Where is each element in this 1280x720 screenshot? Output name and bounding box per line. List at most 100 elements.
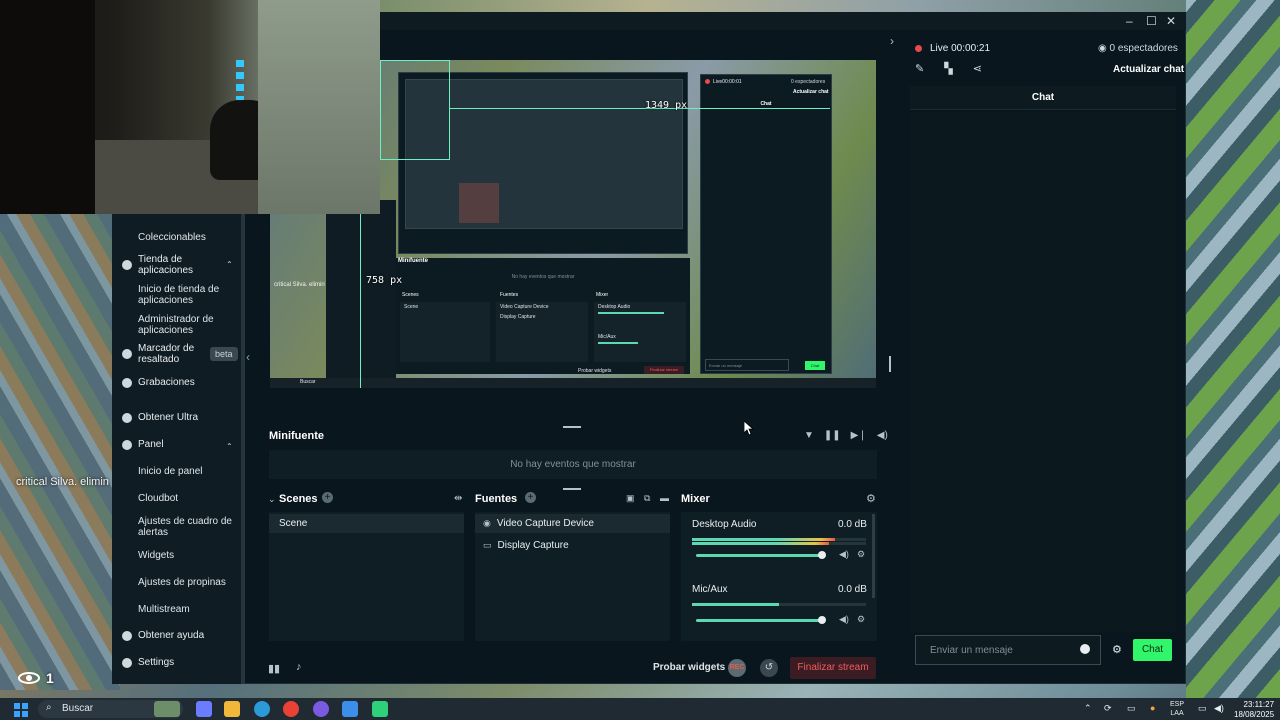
scene-item[interactable]: Scene [269, 514, 464, 533]
replay-buffer-button[interactable]: ↺ [760, 659, 778, 677]
widget-icon[interactable] [154, 701, 180, 717]
facebook-icon[interactable] [342, 701, 358, 717]
volume-slider[interactable] [696, 554, 822, 557]
speaker-icon[interactable]: ◀) [839, 549, 849, 560]
sidebar-item-label: Tienda de aplicaciones [138, 254, 194, 276]
start-button[interactable] [14, 703, 28, 717]
close-button[interactable]: ✕ [1166, 14, 1176, 28]
sidebar-scrollbar[interactable] [241, 214, 245, 684]
sidebar-item-alertas[interactable]: Ajustes de cuadro de alertas [138, 516, 238, 538]
monitor-icon: ▭ [483, 540, 492, 550]
chrome-icon[interactable] [283, 701, 299, 717]
nested-sidebar [326, 200, 396, 380]
collapse-sidebar-icon[interactable]: ‹ [246, 350, 250, 364]
add-scene-icon[interactable]: + [322, 492, 333, 503]
source-settings-icon[interactable]: ▣ [626, 493, 635, 504]
sidebar-item-settings[interactable]: Settings [122, 657, 174, 668]
volume-slider-knob[interactable] [818, 616, 826, 624]
pause-icon[interactable]: ❚❚ [824, 430, 841, 441]
add-source-icon[interactable]: + [525, 492, 536, 503]
minimize-button[interactable]: – [1126, 14, 1133, 28]
title-bar: – ☐ ✕ [380, 12, 1186, 30]
microphone-icon[interactable]: ● [1150, 703, 1155, 713]
selection-box[interactable] [380, 60, 450, 160]
record-button[interactable]: REC [728, 659, 746, 677]
skip-icon[interactable]: ▶❘ [851, 430, 867, 441]
highlight-icon [122, 349, 132, 359]
discord-icon[interactable] [313, 701, 329, 717]
test-widgets-button[interactable]: Probar widgets [653, 662, 725, 673]
clock-time: 23:11:27 [1243, 700, 1275, 709]
minifuente-title: Minifuente [269, 430, 324, 442]
volume-slider-knob[interactable] [818, 551, 826, 559]
source-group-icon[interactable]: ⧉ [644, 493, 650, 504]
folder-icon[interactable]: ▬ [660, 493, 669, 503]
width-guide [450, 108, 830, 109]
send-chat-button[interactable]: Chat [1133, 639, 1172, 661]
chevron-up-icon[interactable]: ⌃ [1084, 703, 1092, 714]
sidebar-item-widgets[interactable]: Widgets [138, 550, 238, 561]
nested-finish: Finalizar stream [644, 366, 684, 374]
channel-gear-icon[interactable]: ⚙ [857, 614, 865, 625]
network-icon[interactable]: ▭ [1198, 703, 1207, 714]
collapse-chat-icon[interactable]: › [890, 34, 894, 48]
speaker-icon[interactable]: ◀) [839, 614, 849, 625]
volume-slider[interactable] [696, 619, 822, 622]
sidebar-item-panel[interactable]: Panel [122, 439, 164, 450]
nested-probar: Probar widgets [578, 368, 612, 374]
chevron-down-icon[interactable]: ⌄ [268, 494, 276, 505]
scene-transition-icon[interactable]: ⇹ [454, 493, 462, 504]
language-region: LAA [1170, 710, 1184, 717]
monitor-icon[interactable]: ▭ [1127, 703, 1136, 714]
stats-icon[interactable]: ▮▮ [268, 662, 280, 675]
copilot-icon[interactable] [196, 701, 212, 717]
sidebar-item-inicio-tienda[interactable]: Inicio de tienda de aplicaciones [138, 284, 238, 306]
sidebar-item-cloudbot[interactable]: Cloudbot [138, 493, 238, 504]
source-item-display-capture[interactable]: ▭ Display Capture [475, 536, 670, 555]
share-icon[interactable]: ⋖ [973, 62, 982, 75]
end-stream-button[interactable]: Finalizar stream [790, 657, 876, 679]
audio-meter [692, 542, 866, 545]
sidebar-item-marcador[interactable]: Marcador de resaltado [122, 343, 208, 365]
volume-icon[interactable]: ◀) [1214, 703, 1224, 714]
dock-resize-handle[interactable] [563, 488, 581, 490]
sidebar-item-inicio-panel[interactable]: Inicio de panel [138, 466, 238, 477]
maximize-button[interactable]: ☐ [1146, 14, 1157, 28]
chat-message-input[interactable]: Enviar un mensaje [915, 635, 1101, 665]
sidebar-item-ultra[interactable]: Obtener Ultra [122, 412, 198, 423]
sidebar-item-ayuda[interactable]: Obtener ayuda [122, 630, 204, 641]
chat-settings-icon[interactable]: ⚙ [1112, 643, 1122, 656]
sidebar-item-multistream[interactable]: Multistream [138, 604, 238, 615]
mixer-gear-icon[interactable]: ⚙ [866, 492, 876, 505]
filter-icon[interactable]: ▼ [804, 430, 814, 441]
background-scenery [0, 200, 120, 690]
taskbar-clock[interactable]: 23:11:27 18/08/2025 [1234, 700, 1274, 720]
audio-meter [692, 538, 866, 541]
edge-icon[interactable] [254, 701, 270, 717]
volume-icon[interactable]: ◀) [877, 430, 888, 441]
sidebar-item-tienda[interactable]: Tienda de aplicaciones [122, 254, 218, 276]
sidebar-item-grabaciones[interactable]: Grabaciones [122, 377, 195, 388]
channel-gear-icon[interactable]: ⚙ [857, 549, 865, 560]
game-overlay-text: critical Silva. elimin [16, 476, 109, 488]
folder-icon[interactable] [224, 701, 240, 717]
chevron-up-icon[interactable]: ⌃ [226, 260, 233, 269]
clapper-icon[interactable]: ▚ [944, 62, 952, 75]
sidebar-item-propinas[interactable]: Ajustes de propinas [138, 577, 238, 588]
refresh-chat-button[interactable]: Actualizar chat [1113, 64, 1184, 75]
streamlabs-icon[interactable] [372, 701, 388, 717]
resize-handle[interactable] [889, 356, 891, 372]
chevron-up-icon[interactable]: ⌃ [226, 442, 233, 451]
sidebar-item-administrador[interactable]: Administrador de aplicaciones [138, 314, 238, 336]
chat-tools: ✎ ▚ ⋖ [915, 62, 982, 75]
sidebar-item-coleccionables[interactable]: Coleccionables [138, 232, 238, 243]
source-item-video-capture[interactable]: ◉ Video Capture Device [475, 514, 670, 533]
sync-icon[interactable]: ⟳ [1104, 703, 1112, 714]
edit-icon[interactable]: ✎ [915, 62, 924, 75]
mixer-scrollbar[interactable] [872, 514, 875, 598]
language-indicator[interactable]: ESP LAA [1170, 700, 1184, 718]
dock-resize-handle[interactable] [563, 426, 581, 428]
source-label: Video Capture Device [496, 518, 594, 529]
emoji-icon[interactable] [1080, 644, 1090, 654]
bell-icon[interactable]: ♪ [296, 661, 302, 673]
